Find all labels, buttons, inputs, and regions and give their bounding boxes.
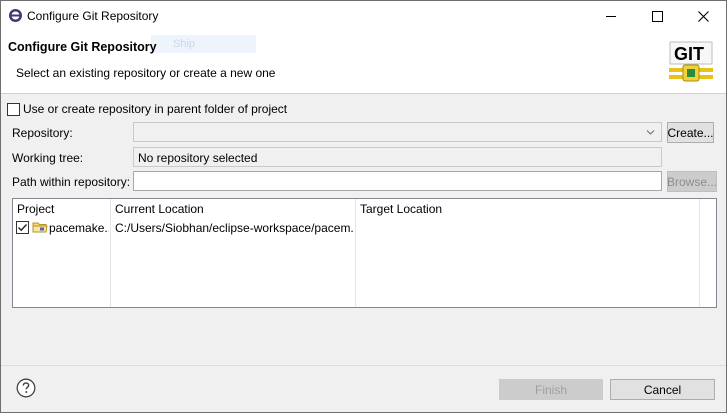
browse-button[interactable]: Browse...	[667, 171, 717, 192]
maximize-icon	[651, 10, 663, 22]
ghost-tooltip: Ship	[151, 35, 256, 53]
page-description: Select an existing repository or create …	[16, 66, 276, 80]
help-icon[interactable]	[16, 378, 36, 398]
path-within-repository-input[interactable]	[133, 171, 662, 191]
project-folder-icon	[32, 222, 48, 233]
chevron-down-icon	[646, 130, 655, 135]
finish-button[interactable]: Finish	[499, 379, 603, 400]
close-button[interactable]	[680, 1, 726, 31]
window-title: Configure Git Repository	[27, 9, 159, 23]
working-tree-value: No repository selected	[138, 151, 258, 165]
repository-label: Repository:	[12, 126, 73, 140]
wizard-header: Ship Configure Git Repository Select an …	[1, 31, 726, 94]
maximize-button[interactable]	[634, 1, 680, 31]
minimize-button[interactable]	[588, 1, 634, 31]
working-tree-label: Working tree:	[12, 151, 84, 165]
close-icon	[697, 10, 709, 22]
project-row-checkbox[interactable]	[16, 221, 29, 234]
create-button[interactable]: Create...	[667, 122, 714, 143]
projects-table: Project Current Location Target Location…	[12, 198, 717, 308]
repository-dropdown[interactable]	[133, 122, 662, 142]
parent-folder-option[interactable]: Use or create repository in parent folde…	[7, 102, 287, 116]
configure-git-repository-dialog: Configure Git Repository Ship Configure …	[0, 0, 727, 413]
column-header-current-location[interactable]: Current Location	[111, 199, 356, 219]
git-logo: GIT	[669, 41, 713, 82]
parent-folder-checkbox-label: Use or create repository in parent folde…	[23, 102, 288, 116]
working-tree-field: No repository selected	[133, 147, 662, 167]
git-logo-text: GIT	[674, 44, 704, 64]
path-within-repository-label: Path within repository:	[12, 175, 131, 189]
column-header-target-location[interactable]: Target Location	[356, 199, 700, 219]
parent-folder-checkbox[interactable]	[7, 102, 20, 116]
eclipse-icon	[9, 9, 22, 22]
footer-separator	[1, 365, 726, 366]
project-name-cell: pacemake...	[49, 221, 109, 235]
minimize-icon	[605, 15, 616, 17]
cancel-button[interactable]: Cancel	[610, 379, 715, 400]
current-location-cell: C:/Users/Siobhan/eclipse-workspace/pacem…	[115, 221, 353, 235]
page-title: Configure Git Repository	[8, 40, 157, 54]
column-header-project[interactable]: Project	[13, 199, 111, 219]
title-bar: Configure Git Repository	[1, 1, 726, 31]
table-row[interactable]: pacemake... C:/Users/Siobhan/eclipse-wor…	[13, 219, 716, 237]
checkmark-icon	[18, 224, 28, 232]
